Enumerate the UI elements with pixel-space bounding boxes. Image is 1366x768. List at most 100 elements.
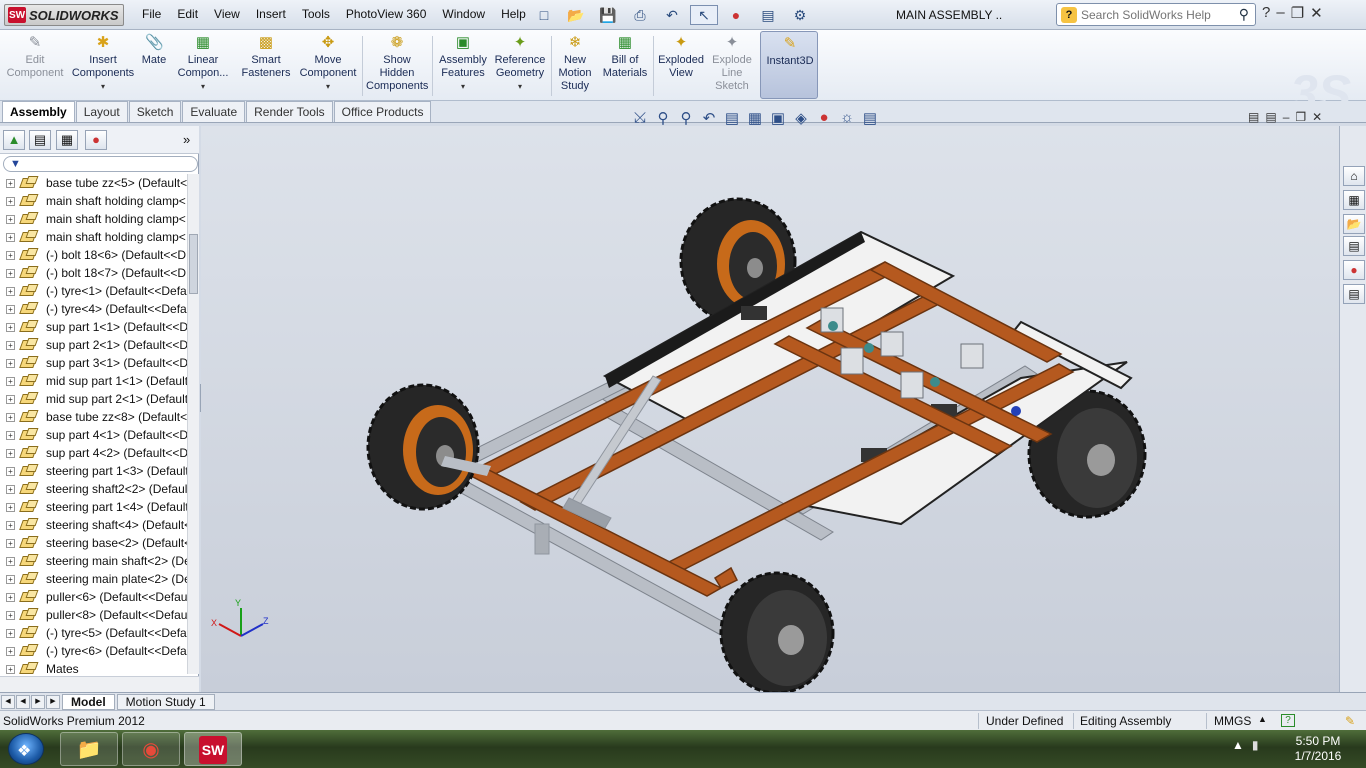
solidworks-resources-icon[interactable]: ⌂ xyxy=(1343,166,1365,186)
save-icon[interactable]: 💾 xyxy=(594,5,622,25)
menu-edit[interactable]: Edit xyxy=(169,7,206,21)
expand-toggle-icon[interactable]: + xyxy=(6,394,15,404)
expand-toggle-icon[interactable]: + xyxy=(6,556,15,566)
view-setting-menu-icon[interactable]: ▤ xyxy=(860,109,880,127)
viewport-split-icon[interactable]: ▤ xyxy=(1248,110,1259,124)
menu-view[interactable]: View xyxy=(206,7,248,21)
tree-item[interactable]: + (-) bolt 18<7> (Default<<D xyxy=(0,264,187,282)
open-folder-icon[interactable]: 📂 xyxy=(562,5,590,25)
assembly-features-button[interactable]: ▣ Assembly Features ▾ xyxy=(436,34,490,93)
tab-layout[interactable]: Layout xyxy=(75,101,128,122)
expand-toggle-icon[interactable]: + xyxy=(6,178,15,188)
help-status-icon[interactable]: ? xyxy=(1281,714,1295,727)
tree-item[interactable]: + main shaft holding clamp< xyxy=(0,210,187,228)
expand-toggle-icon[interactable]: + xyxy=(6,232,15,242)
display-style-icon[interactable]: ▣ xyxy=(768,109,788,127)
viewport-minimize-icon[interactable]: – xyxy=(1283,110,1290,124)
move-component-button[interactable]: ✥ Move Component ▾ xyxy=(298,34,358,93)
apply-scene-icon[interactable]: ☼ xyxy=(837,109,857,127)
print-icon[interactable]: ⎙ xyxy=(626,5,654,25)
rebuild-icon[interactable]: ● xyxy=(722,5,750,25)
tree-item[interactable]: + base tube zz<8> (Default<< xyxy=(0,408,187,426)
feature-tree-icon[interactable]: ▲ xyxy=(3,130,25,150)
tree-item[interactable]: + steering main plate<2> (De xyxy=(0,570,187,588)
viewport-restore-icon[interactable]: ❐ xyxy=(1295,110,1306,124)
edit-component-button[interactable]: ✎ Edit Component xyxy=(6,34,64,80)
select-cursor-icon[interactable]: ↖ xyxy=(690,5,718,25)
smart-fasteners-button[interactable]: ▩ Smart Fasteners xyxy=(238,34,294,80)
tree-item[interactable]: + (-) tyre<6> (Default<<Defa xyxy=(0,642,187,660)
expand-toggle-icon[interactable]: + xyxy=(6,358,15,368)
tree-vertical-scrollbar[interactable] xyxy=(187,174,199,674)
tree-item[interactable]: + mid sup part 2<1> (Default xyxy=(0,390,187,408)
taskbar-chrome[interactable]: ◉ xyxy=(122,732,180,766)
expand-toggle-icon[interactable]: + xyxy=(6,502,15,512)
design-library-icon[interactable]: ▦ xyxy=(1343,190,1365,210)
expand-toggle-icon[interactable]: + xyxy=(6,520,15,530)
network-icon[interactable]: ▮ xyxy=(1252,738,1259,752)
tree-item[interactable]: + mid sup part 1<1> (Default xyxy=(0,372,187,390)
expand-toggle-icon[interactable]: + xyxy=(6,628,15,638)
menu-window[interactable]: Window xyxy=(434,7,493,21)
bill-of-materials-button[interactable]: ▦ Bill of Materials xyxy=(600,34,650,80)
new-document-icon[interactable]: □ xyxy=(530,5,558,25)
units-menu-icon[interactable]: ▲ xyxy=(1258,714,1267,724)
view-palette-icon[interactable]: ▤ xyxy=(1343,236,1365,256)
taskbar-solidworks[interactable]: SW xyxy=(184,732,242,766)
mate-button[interactable]: 📎 Mate xyxy=(138,34,170,67)
help-search-input[interactable] xyxy=(1081,7,1231,22)
expand-toggle-icon[interactable]: + xyxy=(6,538,15,548)
menu-photoview[interactable]: PhotoView 360 xyxy=(338,7,435,21)
start-button[interactable]: ❖ xyxy=(8,733,44,765)
tree-item[interactable]: + sup part 2<1> (Default<<D xyxy=(0,336,187,354)
tab-sketch[interactable]: Sketch xyxy=(128,101,182,122)
property-manager-icon[interactable]: ▤ xyxy=(29,130,51,150)
tree-item[interactable]: + sup part 1<1> (Default<<D xyxy=(0,318,187,336)
tree-item[interactable]: + steering base<2> (Default< xyxy=(0,534,187,552)
expand-toggle-icon[interactable]: + xyxy=(6,466,15,476)
tree-item[interactable]: + (-) bolt 18<6> (Default<<D xyxy=(0,246,187,264)
menu-help[interactable]: Help xyxy=(493,7,534,21)
tree-item[interactable]: + puller<8> (Default<<Defau xyxy=(0,606,187,624)
expand-toggle-icon[interactable]: + xyxy=(6,214,15,224)
expand-toggle-icon[interactable]: + xyxy=(6,304,15,314)
tab-motion-study[interactable]: Motion Study 1 xyxy=(116,693,215,710)
expand-toggle-icon[interactable]: + xyxy=(6,574,15,584)
tree-item[interactable]: + Mates xyxy=(0,660,187,674)
appearances-icon[interactable]: ● xyxy=(1343,260,1365,280)
custom-properties-icon[interactable]: ▤ xyxy=(1343,284,1365,304)
unit-system[interactable]: MMGS xyxy=(1214,714,1251,728)
taskbar-explorer[interactable]: 📁 xyxy=(60,732,118,766)
tree-item[interactable]: + sup part 4<2> (Default<<D xyxy=(0,444,187,462)
expand-toggle-icon[interactable]: + xyxy=(6,322,15,332)
scrollbar-thumb[interactable] xyxy=(189,234,198,294)
view-orientation-icon[interactable]: ⤩ xyxy=(630,109,650,127)
solidworks-logo[interactable]: SW SOLIDWORKS xyxy=(4,4,124,26)
tree-item[interactable]: + steering shaft2<2> (Default xyxy=(0,480,187,498)
tree-item[interactable]: + main shaft holding clamp< xyxy=(0,192,187,210)
minimize-icon[interactable]: – xyxy=(1276,4,1284,22)
expand-toggle-icon[interactable]: + xyxy=(6,412,15,422)
prev-tab-icon[interactable]: ◀ xyxy=(16,694,30,709)
undo-icon[interactable]: ↶ xyxy=(658,5,686,25)
tree-item[interactable]: + steering part 1<4> (Default xyxy=(0,498,187,516)
tree-item[interactable]: + base tube zz<5> (Default<< xyxy=(0,174,187,192)
zoom-to-area-icon[interactable]: ⚲ xyxy=(676,109,696,127)
tree-item[interactable]: + steering part 1<3> (Default xyxy=(0,462,187,480)
tree-horizontal-scrollbar[interactable] xyxy=(0,676,199,692)
expand-toggle-icon[interactable]: + xyxy=(6,340,15,350)
tree-item[interactable]: + steering main shaft<2> (De xyxy=(0,552,187,570)
expand-toggle-icon[interactable]: + xyxy=(6,376,15,386)
expand-toggle-icon[interactable]: + xyxy=(6,430,15,440)
section-view-icon[interactable]: ▤ xyxy=(722,109,742,127)
zoom-to-fit-icon[interactable]: ⚲ xyxy=(653,109,673,127)
tree-item[interactable]: + main shaft holding clamp< xyxy=(0,228,187,246)
show-hidden-components-button[interactable]: ❁ Show Hidden Components xyxy=(366,34,428,93)
reference-geometry-button[interactable]: ✦ Reference Geometry ▾ xyxy=(492,34,548,93)
configuration-manager-icon[interactable]: ▦ xyxy=(56,130,78,150)
first-tab-icon[interactable]: ◀ xyxy=(1,694,15,709)
explode-line-sketch-button[interactable]: ✦ Explode Line Sketch xyxy=(708,34,756,93)
exploded-view-button[interactable]: ✦ Exploded View xyxy=(656,34,706,80)
tab-evaluate[interactable]: Evaluate xyxy=(182,101,246,122)
quick-tips-icon[interactable]: ✎ xyxy=(1345,714,1355,728)
